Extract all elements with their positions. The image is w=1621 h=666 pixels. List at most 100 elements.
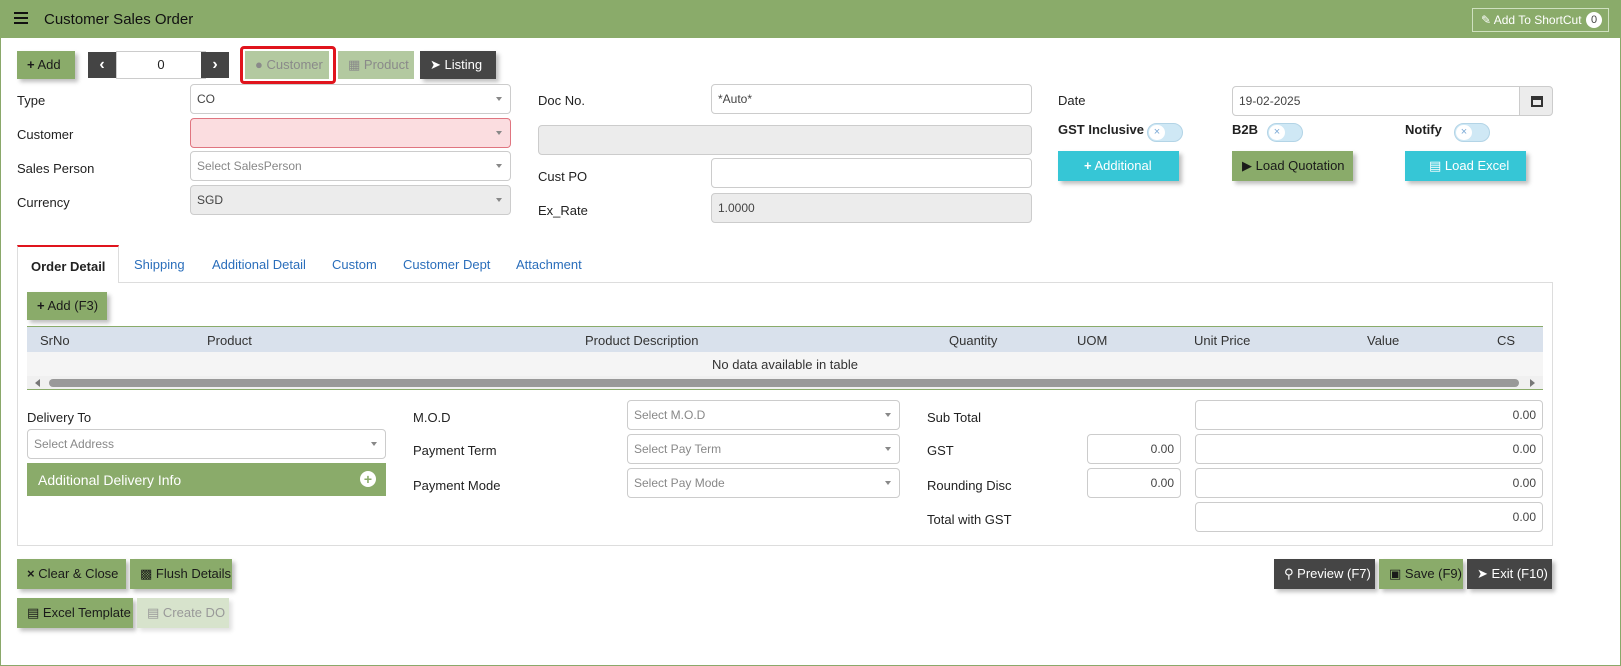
exrate-input[interactable]: 1.0000 <box>711 193 1032 223</box>
custpo-input[interactable] <box>711 158 1032 188</box>
additional-button-label: Additional <box>1094 158 1152 173</box>
column-header[interactable]: Value <box>1367 333 1399 348</box>
add-to-shortcut-button[interactable]: ✎ Add To ShortCut 0 <box>1472 8 1609 32</box>
tab-customer-dept[interactable]: Customer Dept <box>403 257 490 272</box>
excel-template-button[interactable]: ▤ Excel Template <box>17 598 133 628</box>
next-record-button[interactable]: › <box>201 52 229 78</box>
caret-down-icon <box>371 442 377 446</box>
delivery-to-label: Delivery To <box>27 410 92 425</box>
file-icon: ▤ <box>27 605 40 620</box>
type-label: Type <box>17 93 46 108</box>
column-header[interactable]: Unit Price <box>1194 333 1250 348</box>
table-empty-row: No data available in table <box>27 352 1543 376</box>
docno-label: Doc No. <box>538 93 585 108</box>
currency-value: SGD <box>197 193 224 207</box>
create-do-button[interactable]: ▤ Create DO <box>137 598 229 628</box>
additional-delivery-info-bar[interactable]: Additional Delivery Info + <box>27 463 386 496</box>
delivery-address-placeholder: Select Address <box>34 437 115 451</box>
column-header[interactable]: Product Description <box>585 333 698 348</box>
total-with-gst-value: 0.00 <box>1195 502 1543 532</box>
clear-close-button[interactable]: × Clear & Close <box>17 559 126 589</box>
payment-term-select[interactable]: Select Pay Term <box>627 434 900 464</box>
docno-input[interactable]: *Auto* <box>711 84 1032 114</box>
horizontal-scrollbar[interactable] <box>27 376 1543 390</box>
tab-attachment[interactable]: Attachment <box>516 257 582 272</box>
tab-additional-detail[interactable]: Additional Detail <box>212 257 306 272</box>
plus-icon: + <box>37 298 45 313</box>
page-header: Customer Sales Order ✎ Add To ShortCut 0 <box>0 0 1621 38</box>
column-header[interactable]: Quantity <box>949 333 997 348</box>
menu-icon[interactable] <box>14 12 28 24</box>
caret-down-icon <box>885 413 891 417</box>
column-header[interactable]: CS <box>1497 333 1515 348</box>
delivery-address-select[interactable]: Select Address <box>27 429 386 459</box>
column-header[interactable]: Product <box>207 333 252 348</box>
type-select[interactable]: CO <box>190 84 511 114</box>
subtotal-value: 0.00 <box>1195 400 1543 430</box>
gst-inclusive-toggle[interactable]: × <box>1147 123 1183 142</box>
custpo-label: Cust PO <box>538 169 588 184</box>
caret-down-icon <box>496 97 502 101</box>
salesperson-select[interactable]: Select SalesPerson <box>190 151 511 181</box>
close-icon: × <box>1269 125 1285 140</box>
file-excel-icon: ▤ <box>1429 158 1442 173</box>
customer-select[interactable] <box>190 118 511 148</box>
notify-toggle[interactable]: × <box>1454 123 1490 142</box>
tab-custom[interactable]: Custom <box>332 257 377 272</box>
trash-icon: ▩ <box>140 566 153 581</box>
rounding-rate-input[interactable]: 0.00 <box>1087 468 1181 498</box>
cubes-icon: ▦ <box>348 57 361 72</box>
column-header[interactable]: SrNo <box>40 333 70 348</box>
type-value: CO <box>197 92 215 106</box>
chevron-left-icon: ‹ <box>99 56 105 73</box>
load-quotation-label: Load Quotation <box>1255 158 1345 173</box>
scroll-right-icon[interactable] <box>1530 379 1535 387</box>
exrate-label: Ex_Rate <box>538 203 588 218</box>
notify-label: Notify <box>1405 122 1442 137</box>
flush-details-button[interactable]: ▩ Flush Details <box>130 559 232 589</box>
record-index-input[interactable]: 0 <box>116 51 206 79</box>
prev-record-button[interactable]: ‹ <box>88 52 116 78</box>
file-icon: ▤ <box>147 605 160 620</box>
sign-out-icon: ➤ <box>430 57 441 72</box>
scroll-left-icon[interactable] <box>35 379 40 387</box>
excel-template-label: Excel Template <box>42 605 131 620</box>
load-excel-button[interactable]: ▤ Load Excel <box>1405 151 1526 181</box>
listing-button[interactable]: ➤ Listing <box>420 51 496 79</box>
plus-circle-icon[interactable]: + <box>360 471 376 487</box>
load-quotation-button[interactable]: ▶ Load Quotation <box>1232 151 1353 181</box>
currency-select[interactable]: SGD <box>190 185 511 215</box>
search-icon: ⚲ <box>1284 566 1294 581</box>
column-header[interactable]: UOM <box>1077 333 1107 348</box>
preview-button[interactable]: ⚲ Preview (F7) <box>1274 559 1375 589</box>
save-button[interactable]: ▣ Save (F9) <box>1379 559 1463 589</box>
salesperson-label: Sales Person <box>17 161 95 176</box>
clear-close-label: Clear & Close <box>38 566 119 581</box>
sign-out-icon: ➤ <box>1477 566 1488 581</box>
close-icon: × <box>1456 125 1472 140</box>
rounding-disc-label: Rounding Disc <box>927 478 1012 493</box>
gst-rate-input[interactable]: 0.00 <box>1087 434 1181 464</box>
payment-mode-select[interactable]: Select Pay Mode <box>627 468 900 498</box>
additional-button[interactable]: + Additional <box>1058 151 1179 181</box>
payment-mode-label: Payment Mode <box>413 478 501 493</box>
tab-shipping[interactable]: Shipping <box>134 257 185 272</box>
close-icon: × <box>1149 125 1165 140</box>
mod-select[interactable]: Select M.O.D <box>627 400 900 430</box>
scrollbar-thumb[interactable] <box>49 379 1519 387</box>
plus-icon: + <box>27 57 35 72</box>
calendar-button[interactable] <box>1519 86 1553 116</box>
exit-button[interactable]: ➤ Exit (F10) <box>1467 559 1552 589</box>
gst-label: GST <box>927 443 954 458</box>
times-icon: × <box>27 566 35 581</box>
date-input[interactable]: 19-02-2025 <box>1232 86 1520 116</box>
rounding-value: 0.00 <box>1195 468 1543 498</box>
add-button[interactable]: + Add <box>17 51 75 79</box>
b2b-toggle[interactable]: × <box>1267 123 1303 142</box>
calendar-icon <box>1531 96 1543 107</box>
add-line-button[interactable]: + Add (F3) <box>27 292 107 320</box>
product-button[interactable]: ▦ Product <box>338 51 414 79</box>
tab-order-detail[interactable]: Order Detail <box>17 245 119 283</box>
payment-mode-placeholder: Select Pay Mode <box>634 476 725 490</box>
listing-button-label: Listing <box>444 57 483 72</box>
